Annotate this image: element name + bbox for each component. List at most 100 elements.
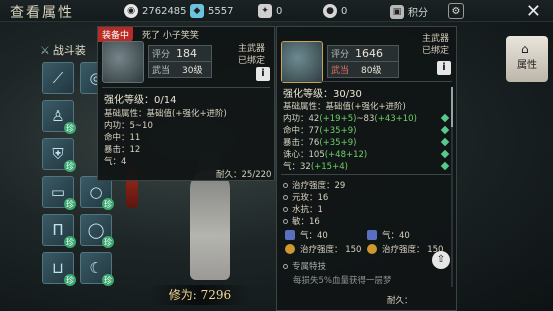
extra-stat-text: 敏：16 <box>292 217 320 227</box>
power-value: 7296 <box>200 288 232 302</box>
equip-slot-weapon[interactable]: ⟋ <box>42 62 74 94</box>
gem-stat: 气：40 <box>367 229 410 241</box>
scrollbar[interactable] <box>451 87 453 287</box>
scrollbar-thumb[interactable] <box>451 87 453 127</box>
stat-range-max: ~83 <box>356 114 375 124</box>
attributes-tab-label: 属性 <box>517 60 537 71</box>
extra-stat: 敏：16 <box>283 215 320 227</box>
blue-gem-icon <box>285 230 295 240</box>
bullet-icon <box>283 207 288 212</box>
boots-icon: ⊔ <box>52 259 64 277</box>
equipment-tab[interactable]: ⚔ 战斗装 <box>40 42 86 58</box>
top-bar: 查看属性 ◉ 2762485 ◆ 5557 ✦ 0 ● 0 ▣ 积分 ⚙ ✕ <box>0 0 553 22</box>
equip-slot-robe[interactable]: ♙ 珍 <box>42 100 76 134</box>
score-box: 评分 184 <box>148 45 212 62</box>
info-icon[interactable]: i <box>437 61 451 75</box>
extra-stat-text: 元玫：16 <box>292 193 329 203</box>
stat-line: 诛心：105(+48+12) <box>283 148 367 160</box>
score-value: 1646 <box>355 47 384 60</box>
rarity-badge: 珍 <box>64 160 76 172</box>
equip-slot-armor[interactable]: ⛨ 珍 <box>42 138 76 172</box>
belt-icon: ▭ <box>50 183 66 201</box>
equip-slot-pendant[interactable]: ☾ 珍 <box>80 252 114 286</box>
equip-slot-leggings[interactable]: Π珍 <box>42 214 76 248</box>
info-icon[interactable]: i <box>256 67 270 81</box>
stat-line: 气：32(+15+4) <box>283 160 348 172</box>
equip-slot-belt[interactable]: ▭ 珍 <box>42 176 76 210</box>
stat-line: 暴击：76(+35+9) <box>283 136 356 148</box>
extra-stat: 元玫：16 <box>283 191 328 203</box>
stat-bonus: (+48+12) <box>324 150 368 160</box>
stat-bonus: (+15+4) <box>310 162 348 172</box>
divider <box>281 174 452 175</box>
extra-stat-text: 水抗：1 <box>292 205 323 215</box>
gem-stat-text: 治疗强度： 150 <box>300 245 362 255</box>
page-title: 查看属性 <box>10 5 74 21</box>
rarity-badge: 珍 <box>64 274 76 286</box>
armor-icon: ⛨ <box>52 145 64 163</box>
upgrade-diamond-icon <box>440 149 450 159</box>
bullet-icon <box>283 183 288 188</box>
stat-name: 命中：77 <box>283 126 320 136</box>
close-icon[interactable]: ✕ <box>526 1 541 22</box>
blue-gem-icon <box>367 230 377 240</box>
equip-slot-jade-ring[interactable]: ◯ 珍 <box>80 214 114 248</box>
upgrade-diamond-icon <box>440 113 450 123</box>
bound-status: 已绑定 <box>422 46 450 56</box>
leggings-icon: Π <box>52 221 64 239</box>
weapon-item-icon[interactable] <box>281 41 323 83</box>
score-box: 评分 1646 <box>327 45 399 62</box>
stat-line: 暴击：12 <box>104 145 141 155</box>
weapon-item-icon[interactable] <box>102 41 144 83</box>
token-icon: ● <box>323 4 337 18</box>
currency-gem-value: 5557 <box>208 5 234 17</box>
currency-silver: ◉ 2762485 <box>124 4 187 18</box>
gem-stat: 治疗强度： 150 <box>285 243 361 255</box>
stat-line: 命中：77(+35+9) <box>283 124 356 136</box>
cultivation-power: 修为: 7296 <box>150 285 250 305</box>
upgrade-diamond-icon <box>440 125 450 135</box>
equipped-badge: 装备中 <box>98 27 134 42</box>
rarity-badge: 珍 <box>64 236 76 248</box>
power-label: 修为: <box>168 288 197 302</box>
upgrade-diamond-icon <box>440 137 450 147</box>
special-title-text: 专属特技 <box>292 262 327 272</box>
extra-stat: 治疗强度：29 <box>283 179 345 191</box>
durability-value: 25/220 <box>241 170 272 180</box>
gem-stat: 治疗强度： 150 <box>367 243 443 255</box>
divider <box>281 81 452 82</box>
stat-line: 内功：42(+19+5)~83(+43+10) <box>283 112 417 124</box>
currency-points[interactable]: ▣ 积分 <box>390 4 428 19</box>
points-icon: ▣ <box>390 4 404 19</box>
gem-stat-text: 气：40 <box>300 231 328 241</box>
stat-name: 暴击：76 <box>283 138 320 148</box>
compare-item-panel: 评分 1646 武当 80级 主武器 已绑定 i 强化等级：30/30 基础属性：基… <box>276 26 457 311</box>
attributes-tab[interactable]: ⌂ 属性 <box>506 36 548 82</box>
upgrade-diamond-icon <box>440 161 450 171</box>
stat-bonus: (+35+9) <box>319 126 357 136</box>
enhance-level: 强化等级：30/30 <box>283 89 362 100</box>
bullet-icon <box>283 264 288 269</box>
share-upload-icon[interactable]: ⇧ <box>432 251 450 269</box>
gold-gem-icon <box>285 244 295 254</box>
score-label: 评分 <box>331 50 350 60</box>
currency-voucher: ✦ 0 <box>258 4 282 18</box>
special-skill-title: 专属特技 <box>283 260 326 272</box>
extra-stat: 水抗：1 <box>283 203 323 215</box>
equipped-item-panel: 装备中 死了 小子笑笑 评分 184 武当 30级 主武器 已绑定 i 强化等级：0… <box>97 26 275 181</box>
sword-icon: ⚔ <box>40 44 50 57</box>
gem-icon: ◆ <box>190 4 204 18</box>
rarity-badge: 珍 <box>102 236 114 248</box>
currency-token-value: 0 <box>341 5 348 17</box>
owner-note: 死了 小子笑笑 <box>142 31 199 41</box>
rarity-badge: 珍 <box>64 198 76 210</box>
durability: 耐久：25/220 <box>216 168 271 180</box>
equip-slot-boots[interactable]: ⊔ 珍 <box>42 252 76 286</box>
settings-gear-icon[interactable]: ⚙ <box>448 3 464 19</box>
jade-ring-icon: ◯ <box>87 221 105 239</box>
currency-token: ● 0 <box>323 4 347 18</box>
extra-stat-text: 治疗强度：29 <box>292 181 346 191</box>
stat-line: 气：4 <box>104 157 127 167</box>
robe-icon: ♙ <box>51 107 65 125</box>
realm-box: 武当 30级 <box>148 61 212 78</box>
